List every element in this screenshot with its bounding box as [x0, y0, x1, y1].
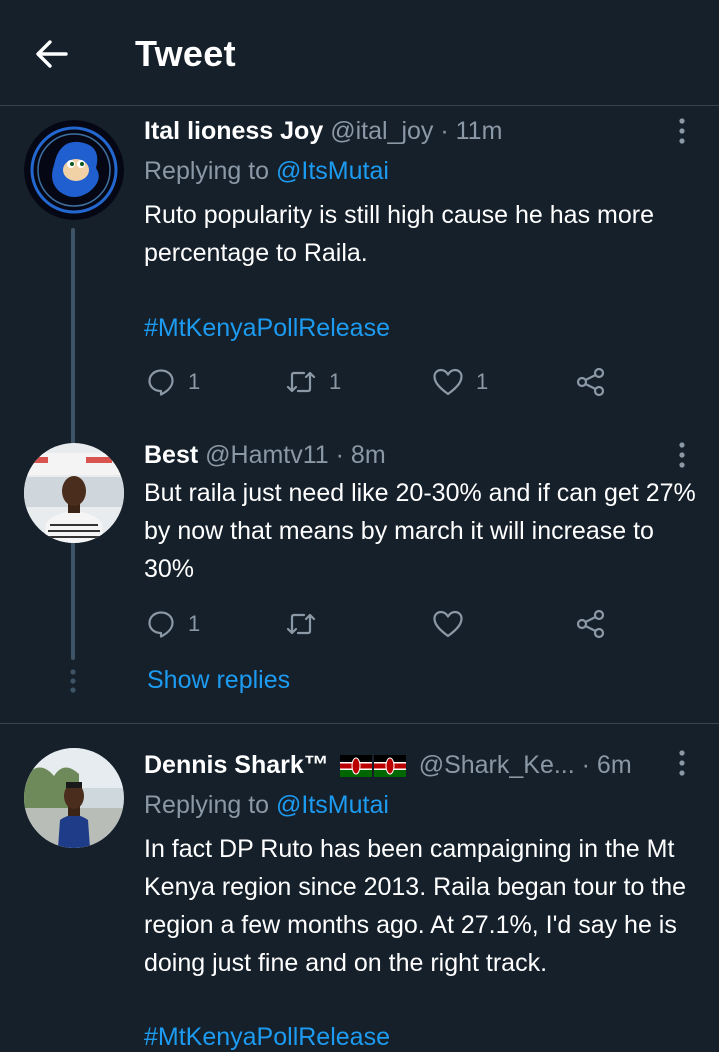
retweet-button[interactable] [285, 607, 329, 641]
mention-link[interactable]: @ItsMutai [276, 791, 389, 819]
more-icon[interactable] [672, 440, 692, 470]
share-button[interactable] [575, 607, 607, 641]
tweet-text: But raila just need like 20-30% and if c… [144, 479, 696, 583]
kenya-flag-icon [373, 755, 406, 778]
replying-to: Replying to @ItsMutai [144, 790, 389, 820]
reply-count: 1 [188, 369, 201, 394]
avatar[interactable] [24, 748, 124, 848]
replying-to-label: Replying to [144, 791, 277, 819]
avatar[interactable] [24, 443, 124, 543]
avatar[interactable] [24, 120, 124, 220]
page-title: Tweet [135, 33, 236, 74]
handle[interactable]: @ital_joy [330, 117, 433, 145]
timestamp[interactable]: · 11m [440, 117, 502, 145]
retweet-icon [286, 613, 316, 635]
display-name[interactable]: Dennis Shark™ [144, 751, 329, 779]
tweet-header: Dennis Shark™ @Shark_Ke... · 6m [144, 750, 632, 780]
kenya-flag-icon [339, 755, 372, 778]
show-replies-link[interactable]: Show replies [147, 664, 290, 696]
divider [0, 723, 719, 724]
handle[interactable]: @Hamtv11 [205, 441, 329, 469]
like-icon [433, 610, 463, 638]
tweet-header: Ital lioness Joy @ital_joy · 11m [144, 116, 502, 146]
share-icon [576, 367, 605, 397]
handle[interactable]: @Shark_Ke... [419, 751, 575, 779]
timestamp[interactable]: · 6m [582, 751, 632, 779]
hashtag-link[interactable]: #MtKenyaPollRelease [144, 313, 390, 343]
mention-link[interactable]: @ItsMutai [276, 157, 389, 185]
reply-button[interactable]: 1 [146, 607, 200, 641]
more-icon[interactable] [672, 116, 692, 146]
hashtag-link[interactable]: #MtKenyaPollRelease [144, 1022, 390, 1052]
display-name[interactable]: Best [144, 441, 198, 469]
share-icon [576, 609, 605, 639]
tweet-text: Ruto popularity is still high cause he h… [144, 201, 654, 267]
retweet-button[interactable]: 1 [285, 365, 341, 399]
replying-to-label: Replying to [144, 157, 277, 185]
top-bar: Tweet [0, 0, 719, 106]
back-arrow-icon[interactable] [34, 36, 70, 72]
reply-icon [148, 611, 174, 638]
collapsed-thread-dots-icon [69, 668, 77, 694]
timestamp[interactable]: · 8m [336, 441, 386, 469]
retweet-count: 1 [329, 369, 342, 394]
reply-icon [148, 369, 174, 396]
like-button[interactable]: 1 [432, 365, 488, 399]
like-count: 1 [476, 369, 489, 394]
reply-button[interactable]: 1 [146, 365, 200, 399]
retweet-icon [286, 371, 316, 393]
replying-to: Replying to @ItsMutai [144, 156, 389, 186]
tweet-header: Best @Hamtv11 · 8m [144, 440, 386, 470]
display-name[interactable]: Ital lioness Joy [144, 117, 323, 145]
more-icon[interactable] [672, 748, 692, 778]
tweet-text: In fact DP Ruto has been campaigning in … [144, 835, 687, 977]
reply-count: 1 [188, 611, 201, 636]
like-button[interactable] [432, 607, 476, 641]
share-button[interactable] [575, 365, 607, 399]
like-icon [433, 368, 463, 396]
thread-line [71, 550, 75, 660]
